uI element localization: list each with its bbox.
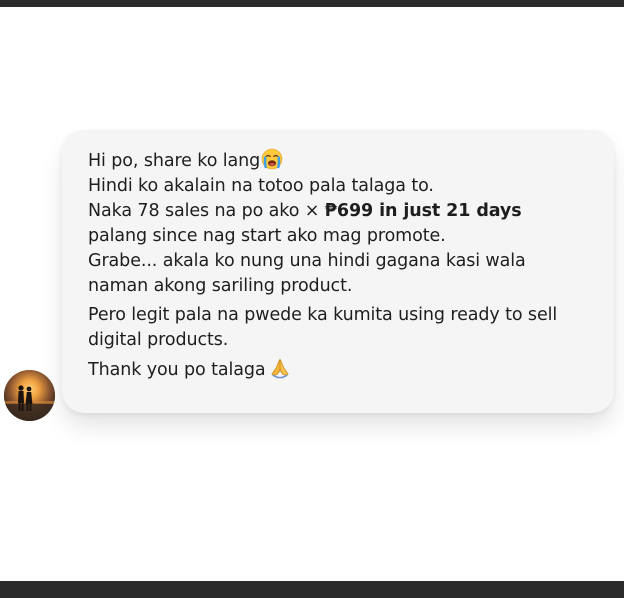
message-text: Hi po, share ko lang Hindi ko akalain na… [88,148,608,383]
message-line-3: Naka 78 sales na po ako × ₱699 in just 2… [88,199,608,224]
message-line-5: Grabe... akala ko nung una hindi gagana … [88,251,526,271]
greeting-text: Hi po, share ko lang [88,151,261,171]
sender-avatar[interactable] [4,370,55,421]
message-line-4: palang since nag start ako mag promote. [88,226,446,246]
sales-count-text: Naka 78 sales na po ako × [88,201,325,221]
top-border [0,0,624,7]
message-line-9: Thank you po talaga [88,357,608,383]
bottom-border [0,581,624,598]
folded-hands-icon [269,357,291,379]
message-line-7: Pero legit pala na pwede ka kumita using… [88,305,558,325]
message-line-1: Hi po, share ko lang [88,148,608,174]
message-line-6: naman akong sariling product. [88,276,353,296]
sales-highlight-text: ₱699 in just 21 days [324,201,522,221]
screenshot-frame: Hi po, share ko lang Hindi ko akalain na… [0,0,624,598]
thanks-text: Thank you po talaga [88,360,266,380]
crying-face-icon [261,148,283,170]
message-line-2: Hindi ko akalain na totoo pala talaga to… [88,176,434,196]
message-line-8: digital products. [88,330,229,350]
